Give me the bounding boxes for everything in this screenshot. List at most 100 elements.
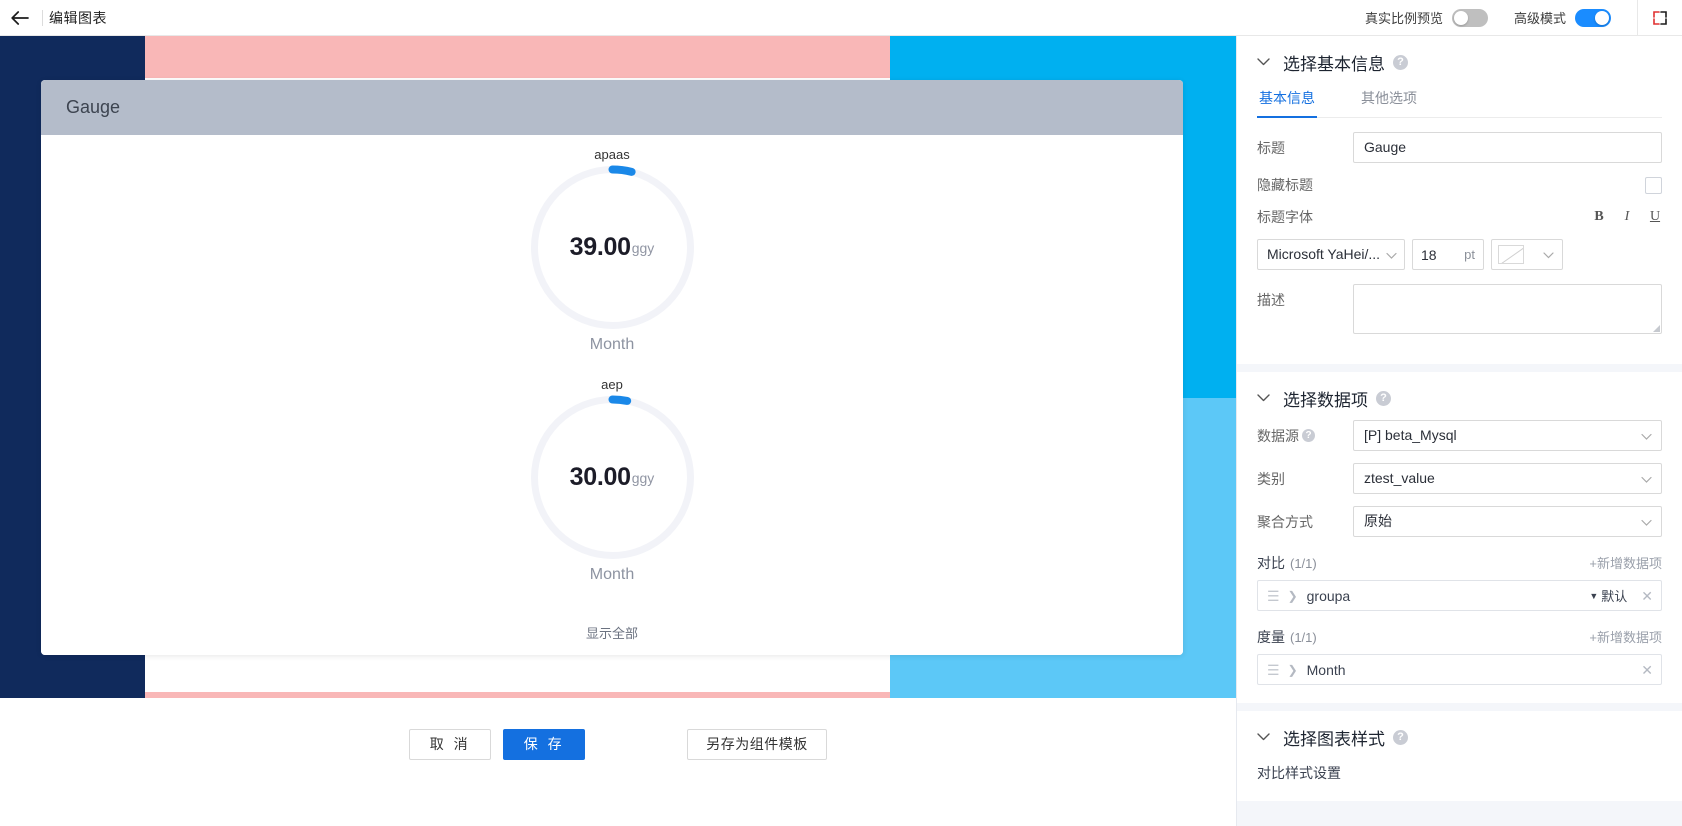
font-family-select[interactable]: Microsoft YaHei/... (1257, 239, 1405, 270)
toolbar-right-group: 真实比例预览 高级模式 (1365, 0, 1682, 36)
datasource-label-text: 数据源 (1257, 426, 1299, 446)
hide-title-checkbox[interactable] (1645, 177, 1662, 194)
advanced-mode-label: 高级模式 (1514, 8, 1566, 27)
add-measure-item-link[interactable]: +新增数据项 (1589, 627, 1662, 646)
back-button[interactable] (0, 0, 40, 36)
widget-title: Gauge (66, 97, 120, 118)
toggle-knob (1454, 11, 1468, 25)
cancel-button[interactable]: 取 消 (409, 729, 491, 760)
fullscreen-icon (1652, 10, 1668, 26)
datasource-select[interactable]: [P] beta_Mysql (1353, 420, 1662, 451)
chevron-down-icon[interactable] (1257, 733, 1273, 741)
help-icon[interactable]: ? (1302, 429, 1315, 442)
toggle-knob (1595, 11, 1609, 25)
gauge-ring: 39.00ggy (529, 164, 696, 331)
chevron-down-icon (1641, 421, 1652, 450)
chevron-down-icon[interactable] (1257, 394, 1273, 402)
chevron-down-icon[interactable] (1257, 58, 1273, 66)
chart-preview-canvas: Gauge apaas 39.00ggy Month ae (0, 36, 1236, 698)
toolbar-divider (42, 10, 43, 26)
compare-count: (1/1) (1290, 556, 1317, 571)
font-size-input[interactable]: 18 pt (1412, 239, 1484, 270)
save-as-template-button[interactable]: 另存为组件模板 (687, 729, 827, 760)
top-toolbar: 编辑图表 真实比例预览 高级模式 (0, 0, 1682, 36)
font-color-picker[interactable] (1491, 239, 1563, 270)
text-style-buttons: B I U (1578, 209, 1662, 225)
chevron-down-icon (1641, 464, 1652, 493)
chevron-down-icon (1543, 246, 1554, 264)
font-controls-row: Microsoft YaHei/... 18 pt (1257, 239, 1662, 270)
measure-item-name: Month (1307, 662, 1346, 678)
remove-measure-item-icon[interactable]: ✕ (1641, 663, 1653, 677)
description-row: 描述 (1257, 284, 1662, 334)
title-font-label: 标题字体 (1257, 207, 1353, 227)
category-label: 类别 (1257, 469, 1353, 489)
show-all-link[interactable]: 显示全部 (41, 623, 1183, 642)
background-block-pink-top (145, 36, 890, 78)
real-scale-preview-group: 真实比例预览 (1365, 8, 1488, 27)
chevron-right-icon[interactable]: ❯ (1288, 589, 1298, 603)
gauge-item-apaas: apaas 39.00ggy Month (41, 147, 1183, 354)
measure-item-row[interactable]: ☰ ❯ Month ✕ (1257, 654, 1662, 685)
datasource-label: 数据源 ? (1257, 426, 1353, 446)
drag-handle-icon[interactable]: ☰ (1267, 589, 1280, 603)
aggregation-label: 聚合方式 (1257, 512, 1353, 532)
title-font-row: 标题字体 B I U (1257, 207, 1662, 227)
remove-compare-item-icon[interactable]: ✕ (1641, 589, 1653, 603)
back-arrow-icon (11, 11, 29, 25)
italic-button[interactable]: I (1620, 209, 1634, 225)
compare-item-mode-dropdown[interactable]: ▼ 默认 (1589, 586, 1627, 605)
tab-other-options[interactable]: 其他选项 (1359, 84, 1419, 117)
gauge-caption: Month (590, 566, 634, 584)
data-items-section-header[interactable]: 选择数据项 ? (1257, 372, 1662, 420)
title-input[interactable]: Gauge (1353, 132, 1662, 163)
widget-body: apaas 39.00ggy Month aep (41, 135, 1183, 655)
caret-down-icon: ▼ (1589, 591, 1598, 601)
hide-title-row: 隐藏标题 (1257, 175, 1662, 195)
compare-style-label: 对比样式设置 (1257, 763, 1662, 783)
bold-button[interactable]: B (1592, 209, 1606, 225)
datasource-row: 数据源 ? [P] beta_Mysql (1257, 420, 1662, 451)
measure-label: 度量 (1257, 627, 1285, 647)
description-textarea[interactable] (1353, 284, 1662, 334)
chart-style-section-title: 选择图表样式 (1283, 725, 1385, 750)
aggregation-row: 聚合方式 原始 (1257, 506, 1662, 537)
compare-item-row[interactable]: ☰ ❯ groupa ▼ 默认 ✕ (1257, 580, 1662, 611)
widget-header: Gauge (41, 80, 1183, 135)
datasource-value: [P] beta_Mysql (1364, 421, 1457, 450)
chevron-right-icon[interactable]: ❯ (1288, 663, 1298, 677)
underline-button[interactable]: U (1648, 209, 1662, 225)
measure-subsection-header: 度量 (1/1) +新增数据项 (1257, 627, 1662, 647)
chevron-down-icon (1641, 507, 1652, 536)
category-value: ztest_value (1364, 464, 1435, 493)
font-size-value: 18 (1421, 247, 1437, 263)
category-row: 类别 ztest_value (1257, 463, 1662, 494)
save-button[interactable]: 保 存 (503, 729, 585, 760)
drag-handle-icon[interactable]: ☰ (1267, 663, 1280, 677)
tab-basic-info[interactable]: 基本信息 (1257, 84, 1317, 117)
help-icon[interactable]: ? (1376, 391, 1391, 406)
gauge-caption: Month (590, 336, 634, 354)
font-family-value: Microsoft YaHei/... (1267, 246, 1380, 262)
category-select[interactable]: ztest_value (1353, 463, 1662, 494)
title-row: 标题 Gauge (1257, 132, 1662, 163)
help-icon[interactable]: ? (1393, 55, 1408, 70)
data-items-section-title: 选择数据项 (1283, 386, 1368, 411)
aggregation-select[interactable]: 原始 (1353, 506, 1662, 537)
gauge-arc-icon (529, 394, 696, 561)
page-title: 编辑图表 (49, 8, 107, 28)
gauge-widget[interactable]: Gauge apaas 39.00ggy Month ae (41, 80, 1183, 655)
aggregation-value: 原始 (1364, 507, 1392, 536)
compare-item-name: groupa (1307, 588, 1351, 604)
action-bar: 取 消 保 存 另存为组件模板 (0, 698, 1236, 826)
basic-info-section-header[interactable]: 选择基本信息 ? (1257, 36, 1662, 84)
real-scale-preview-toggle[interactable] (1452, 9, 1488, 27)
advanced-mode-toggle[interactable] (1575, 9, 1611, 27)
add-compare-item-link[interactable]: +新增数据项 (1589, 553, 1662, 572)
font-size-unit: pt (1464, 247, 1475, 262)
compare-item-mode-value: 默认 (1601, 586, 1627, 605)
fullscreen-button[interactable] (1638, 0, 1682, 36)
gauge-item-aep: aep 30.00ggy Month (41, 377, 1183, 584)
help-icon[interactable]: ? (1393, 730, 1408, 745)
chart-style-section-header[interactable]: 选择图表样式 ? (1257, 711, 1662, 759)
